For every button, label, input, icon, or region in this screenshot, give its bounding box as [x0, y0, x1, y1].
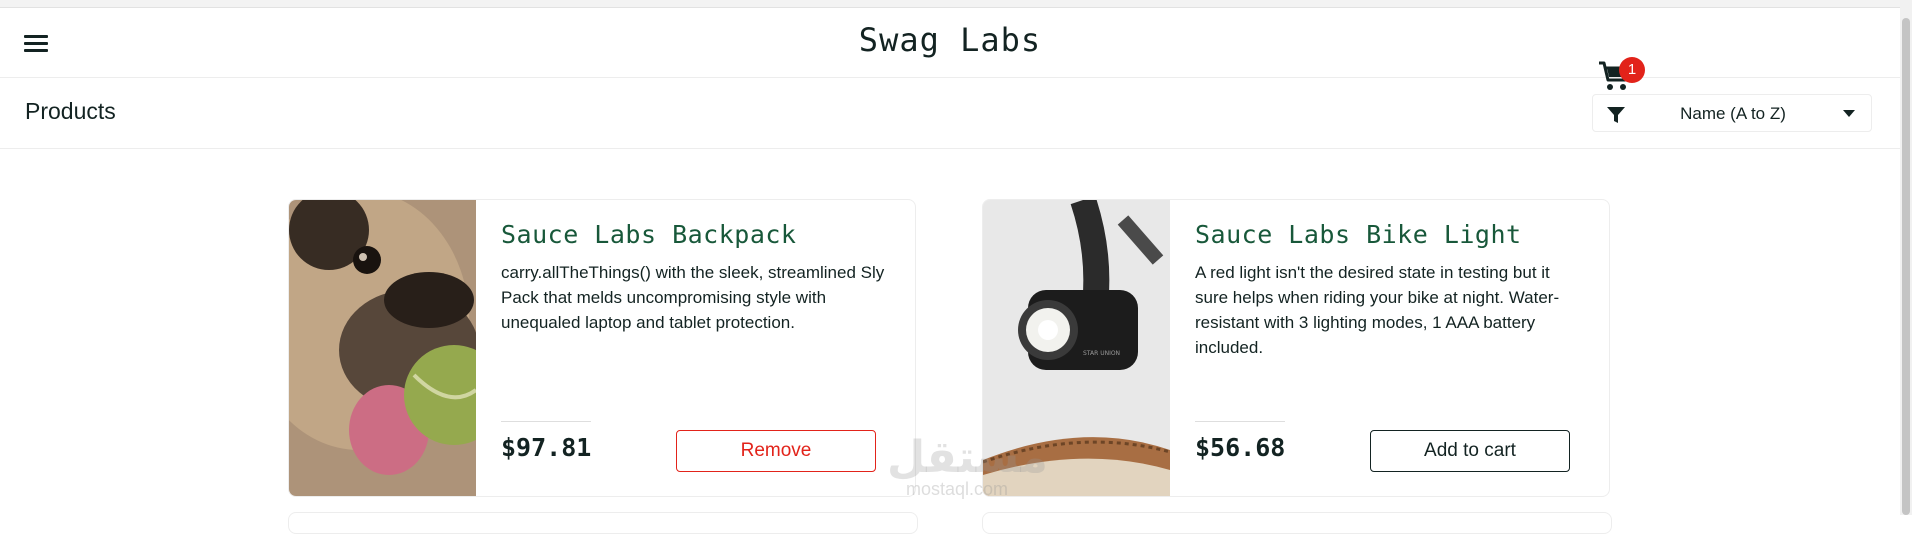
caret-down-icon [1843, 110, 1855, 117]
pug-image [289, 200, 476, 496]
bike-light-image: STAR UNION [983, 200, 1170, 496]
inventory-item: Sauce Labs Backpack carry.allTheThings()… [288, 199, 916, 497]
next-inventory-item [982, 512, 1612, 534]
product-image-backpack[interactable] [289, 200, 476, 496]
price-divider [501, 421, 591, 422]
inventory-item: STAR UNION Sauce Labs Bike Light A red l… [982, 199, 1610, 497]
inventory-item-price: $97.81 [501, 433, 592, 462]
secondary-header: Products Name (A to Z) [0, 78, 1900, 149]
remove-button[interactable]: Remove [676, 430, 876, 472]
product-image-bike-light[interactable]: STAR UNION [983, 200, 1170, 496]
inventory-item-description: A red light isn't the desired state in t… [1195, 263, 1560, 357]
inventory-item-price: $56.68 [1195, 433, 1286, 462]
inventory-item-description: carry.allTheThings() with the sleek, str… [501, 263, 885, 332]
browser-top-strip [0, 0, 1912, 8]
inventory-item-name[interactable]: Sauce Labs Backpack [501, 220, 796, 249]
inventory-item-name[interactable]: Sauce Labs Bike Light [1195, 220, 1522, 249]
add-to-cart-button[interactable]: Add to cart [1370, 430, 1570, 472]
sort-selected-value: Name (A to Z) [1680, 104, 1786, 123]
page-title: Products [25, 98, 116, 124]
next-inventory-item [288, 512, 918, 534]
scrollbar-thumb[interactable] [1902, 18, 1910, 515]
price-divider [1195, 421, 1285, 422]
app-logo: Swag Labs [858, 21, 1042, 59]
vertical-scrollbar[interactable] [1900, 0, 1912, 515]
bike-light-brand-text: STAR UNION [1083, 350, 1120, 357]
product-sort-select[interactable]: Name (A to Z) [1592, 94, 1872, 132]
